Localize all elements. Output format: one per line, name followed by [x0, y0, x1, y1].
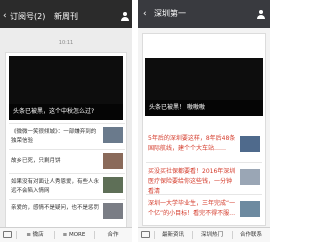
list-item-title: 故乡已死，只剩月饼: [11, 158, 61, 164]
menu-cooperation[interactable]: 合作: [94, 228, 132, 242]
menu-label: 深圳热门: [200, 232, 223, 238]
top-nav-bar: ‹ 深圳第一: [138, 0, 270, 28]
list-item-title: 5年后的深圳要这样，8年后48条国际航线，建个个大车站……: [148, 135, 236, 152]
hero-caption[interactable]: 头条已被黑，这个中秋怎么过?: [9, 104, 123, 120]
back-arrow-icon[interactable]: ‹: [143, 9, 147, 19]
right-phone-screen: ‹ 深圳第一 头条已被黑！ 嗷嗷嗷 5年后的深圳要这样，8年后48条国际航线，建…: [138, 0, 270, 242]
list-item[interactable]: 5年后的深圳要这样，8年后48条国际航线，建个个大车站……: [146, 130, 262, 160]
thumbnail-image: [103, 153, 123, 169]
menu-label: MORE: [68, 232, 86, 238]
list-item-title: 亲爱的，感情不是疑问，也不是惩罚: [11, 205, 100, 211]
menu-contact[interactable]: 合作联系: [232, 228, 270, 242]
list-item-title: 买没买社保都要看！2016年深圳医疗保险要给你这些钱，一分钟看清: [148, 168, 236, 195]
list-item[interactable]: 亲爱的，感情不是疑问，也不是惩罚: [9, 199, 125, 226]
bottom-menu-bar: ≡ 微店 ≡ MORE 合作: [0, 227, 132, 242]
list-item[interactable]: 买没买社保都要看！2016年深圳医疗保险要给你这些钱，一分钟看清: [146, 162, 262, 195]
list-item[interactable]: 《微微一笑很倾城》：一部嫌弃到的独荣信验: [9, 123, 125, 150]
menu-label: 最新资讯: [161, 232, 184, 238]
menu-label: 合作: [107, 232, 119, 238]
unread-count: (2): [34, 12, 46, 21]
left-phone-screen: ‹ 订阅号 (2) 新周刊 10:11 头条已被黑，这个中秋怎么过? 《微微一笑…: [0, 0, 132, 242]
keyboard-icon[interactable]: [141, 231, 150, 238]
timestamp: 10:11: [58, 40, 74, 46]
profile-icon[interactable]: [256, 10, 265, 19]
menu-latest-news[interactable]: 最新资讯: [154, 228, 192, 242]
thumbnail-image: [103, 203, 123, 219]
thumbnail-image: [103, 177, 123, 193]
article-card: 头条已被黑，这个中秋怎么过? 《微微一笑很倾城》：一部嫌弃到的独荣信验 故乡已死…: [5, 52, 127, 228]
thumbnail-image: [103, 127, 123, 143]
keyboard-icon[interactable]: [3, 231, 12, 238]
screenshot-canvas: ‹ 订阅号 (2) 新周刊 10:11 头条已被黑，这个中秋怎么过? 《微微一笑…: [0, 0, 270, 242]
menu-label: 微店: [32, 232, 44, 238]
hero-image[interactable]: 头条已被黑，这个中秋怎么过?: [9, 56, 123, 120]
back-arrow-icon[interactable]: ‹: [3, 11, 7, 21]
list-item[interactable]: 如果没有对面让人秀恩爱，有些人永远不会陷入情网: [9, 173, 125, 200]
menu-weidian[interactable]: ≡ 微店: [16, 228, 54, 242]
hero-image[interactable]: 头条已被黑！ 嗷嗷嗷: [145, 58, 263, 116]
profile-icon[interactable]: [120, 12, 129, 21]
back-label[interactable]: 订阅号: [10, 12, 34, 22]
page-title: 深圳第一: [154, 9, 186, 18]
thumbnail-image: [240, 169, 260, 185]
thumbnail-image: [240, 136, 260, 152]
list-item-title: 《微微一笑很倾城》：一部嫌弃到的独荣信验: [11, 129, 97, 144]
hero-caption[interactable]: 头条已被黑！ 嗷嗷嗷: [145, 100, 263, 116]
article-card: 头条已被黑！ 嗷嗷嗷 5年后的深圳要这样，8年后48条国际航线，建个个大车站………: [142, 33, 266, 226]
top-nav-bar: ‹ 订阅号 (2) 新周刊: [0, 6, 132, 28]
page-title: 新周刊: [54, 12, 78, 21]
list-item-title: 深圳一大学毕业生，三年完成“一个亿”的小目标！看完不得不服…: [148, 200, 236, 217]
menu-more[interactable]: ≡ MORE: [54, 228, 94, 242]
list-item[interactable]: 故乡已死，只剩月饼: [9, 149, 125, 174]
menu-label: 合作联系: [239, 232, 262, 238]
list-item-title: 如果没有对面让人秀恩爱，有些人永远不会陷入情网: [11, 179, 100, 194]
bottom-menu-bar: 最新资讯 深圳热门 合作联系: [138, 227, 270, 242]
list-item[interactable]: 深圳一大学毕业生，三年完成“一个亿”的小目标！看完不得不服…: [146, 194, 262, 225]
menu-shenzhen-hot[interactable]: 深圳热门: [192, 228, 232, 242]
thumbnail-image: [240, 201, 260, 217]
